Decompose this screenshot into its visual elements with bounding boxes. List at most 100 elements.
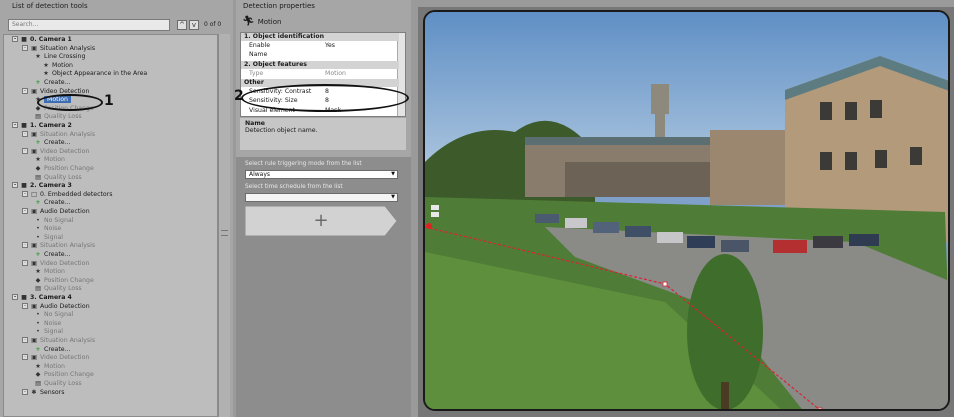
tree-item-label: No Signal [44,311,74,319]
tree-item[interactable]: • No Signal [34,311,73,319]
search-next-button[interactable]: v [189,20,199,30]
annotation-label-2: 2 [234,88,244,104]
tree-item-label: Motion [44,156,65,164]
tree-item[interactable]: + Create... [34,199,70,207]
collapse-toggle-icon[interactable]: - [22,190,28,197]
tree-item[interactable]: - ▣ Situation Analysis [22,337,95,345]
signal-icon: • [36,233,40,241]
audio-detection-icon: ▣ [31,208,37,215]
video-detection-icon: ▣ [31,259,37,267]
tree-item[interactable]: - ▣ Situation Analysis [22,242,95,250]
collapse-toggle-icon[interactable]: - [22,44,28,51]
property-row[interactable]: Enable Yes [241,42,399,50]
add-rule-button[interactable]: + [245,206,397,236]
tree-item[interactable]: ▤ Quality Loss [34,285,82,293]
camera-icon: ■ [21,294,27,301]
collapse-toggle-icon[interactable]: - [22,242,28,249]
tree-item[interactable]: ★ Line Crossing [34,53,85,61]
noise-icon: • [36,319,40,327]
collapse-toggle-icon[interactable]: - [22,130,28,137]
tree-item[interactable]: ★ Motion [42,62,73,70]
tree-item[interactable]: - ▣ Video Detection [22,147,90,156]
tree-item-label: Noise [44,319,62,327]
tree-item[interactable]: - ▣ Audio Detection [22,208,90,216]
tree-item[interactable]: • Signal [34,234,63,242]
property-key: Name [249,51,268,59]
tree-item-label: 0. Embedded detectors [40,190,113,198]
tree-item[interactable]: + Create... [34,139,70,147]
tree-item[interactable]: ▤ Quality Loss [34,113,82,121]
sensors-icon: ✱ [31,388,37,396]
tree-item[interactable]: ▤ Quality Loss [34,380,82,388]
tree-item-label: Line Crossing [44,53,86,61]
schedule-label: Select time schedule from the list [245,184,343,190]
tree-item-label: Sensors [40,388,65,396]
collapse-toggle-icon[interactable]: - [22,354,28,361]
search-input[interactable]: Search... [8,19,170,31]
scrollbar-grip[interactable] [221,230,228,236]
tree-item[interactable]: - ▣ Video Detection [22,259,89,268]
collapse-toggle-icon[interactable]: - [22,388,28,395]
tree-item[interactable]: - ■ 1. Camera 2 [12,122,72,130]
tree-item[interactable]: + Create... [34,79,70,87]
tree-item[interactable]: ★ Motion [34,156,65,164]
tree-item[interactable]: ★ Motion [34,268,65,276]
tree-item-label: Create... [44,79,71,86]
tree-item[interactable]: - ■ 3. Camera 4 [12,294,72,302]
tree-item[interactable]: - ▣ Situation Analysis [22,130,95,139]
property-row[interactable]: Name [241,51,399,59]
collapse-toggle-icon[interactable]: - [22,87,28,94]
property-row[interactable]: 1. Object identification [241,33,399,41]
camera-icon: ■ [21,36,27,43]
tree-item-label: Signal [44,328,64,336]
schedule-select[interactable]: ▼ [245,193,398,202]
quality-loss-icon: ▤ [35,285,41,293]
tree-item[interactable]: - ▣ Video Detection [22,354,89,362]
tree-item[interactable]: - ■ 0. Camera 1 [12,36,72,44]
collapse-toggle-icon[interactable]: - [12,182,18,189]
camera-icon: ■ [21,182,27,190]
collapse-toggle-icon[interactable]: - [22,147,28,154]
tree-item-label: Quality Loss [44,173,82,181]
tree-item[interactable]: - □ 0. Embedded detectors [22,190,113,199]
collapse-toggle-icon[interactable]: - [22,208,28,214]
tree-item-label: Quality Loss [44,285,82,293]
tree-item[interactable]: • Noise [34,320,61,328]
tree-item[interactable]: ◆ Position Change [34,165,94,173]
collapse-toggle-icon[interactable]: - [12,294,18,300]
tree-item[interactable]: • No Signal [34,217,73,225]
tree-item[interactable]: • Signal [34,328,63,336]
tree-item-label: Create... [44,139,71,147]
search-prev-button[interactable]: ^ [177,20,187,30]
tree-item[interactable]: ★ Object Appearance in the Area [42,70,147,78]
tree-item-label: Create... [44,251,71,258]
tree-item[interactable]: ◆ Position Change [34,371,94,379]
tree-item[interactable]: - ▣ Audio Detection [22,302,90,311]
camera-icon: ■ [21,122,27,129]
collapse-toggle-icon[interactable]: - [22,302,28,309]
collapse-toggle-icon[interactable]: - [12,122,18,128]
property-row[interactable]: 2. Object features [241,60,399,69]
video-detection-icon: ▣ [31,147,37,155]
tree-item[interactable]: ▤ Quality Loss [34,174,82,182]
tree-item[interactable]: • Noise [34,225,61,233]
tree-item[interactable]: ◆ Position Change [34,277,94,285]
collapse-toggle-icon[interactable]: - [22,259,28,266]
tree-item[interactable]: - ✱ Sensors [22,388,65,397]
rule-mode-select[interactable]: Always ▼ [245,170,398,179]
motion-icon: ★ [35,268,41,276]
tree-item[interactable]: - ▣ Situation Analysis [22,44,95,53]
tree-item-label: Situation Analysis [40,337,96,344]
properties-title-text: Motion [257,18,282,26]
tree-scrollbar[interactable] [218,34,230,417]
tree-item[interactable]: + Create... [34,346,70,354]
property-row[interactable]: Type Motion [241,70,399,78]
tree-item[interactable]: + Create... [34,251,70,259]
collapse-toggle-icon[interactable]: - [22,337,28,343]
tree-item-label: 0. Camera 1 [30,36,72,43]
camera-view[interactable] [423,10,950,411]
tree-item[interactable]: - ■ 2. Camera 3 [12,182,72,190]
collapse-toggle-icon[interactable]: - [12,36,18,42]
tree-item[interactable]: ★ Motion [34,363,65,371]
tree-item-label: Video Detection [40,147,90,155]
